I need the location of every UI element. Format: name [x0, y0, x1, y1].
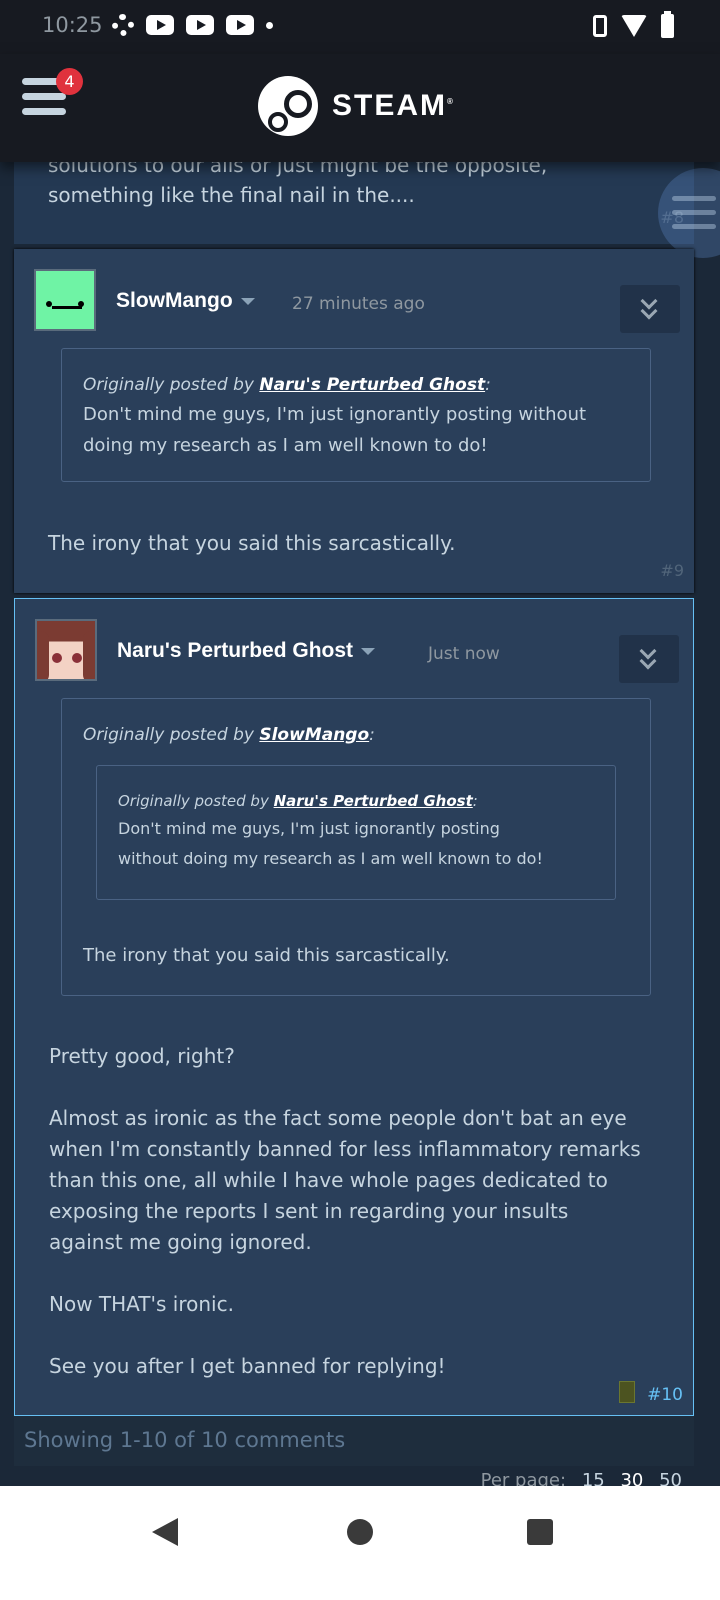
- youtube-notification-icon: [186, 15, 214, 35]
- home-icon[interactable]: [347, 1519, 373, 1545]
- vibrate-icon: [593, 15, 607, 37]
- chevron-down-icon: [640, 302, 658, 320]
- more-notifications-icon: [266, 21, 273, 29]
- quote-body: The irony that you said this sarcastical…: [83, 945, 450, 966]
- recents-icon[interactable]: [527, 1519, 553, 1545]
- collapse-button[interactable]: [619, 635, 679, 683]
- menu-line: [672, 210, 716, 215]
- quote-text: Don't mind me guys, I'm just ignorantly …: [83, 404, 587, 456]
- post-number[interactable]: #9: [660, 561, 684, 580]
- menu-line: [22, 108, 66, 115]
- collapse-button[interactable]: [620, 285, 680, 333]
- nested-quote-block: Originally posted by Naru's Perturbed Gh…: [96, 765, 616, 900]
- notification-badge: 4: [56, 68, 83, 95]
- steam-header: 4 STEAM®: [0, 54, 720, 162]
- quote-header: Originally posted by Naru's Perturbed Gh…: [118, 792, 478, 810]
- menu-line: [672, 224, 716, 229]
- caret-down-icon: [361, 647, 376, 655]
- post-author[interactable]: SlowMango: [116, 289, 255, 313]
- quote-header: Originally posted by SlowMango:: [83, 725, 375, 745]
- quoted-author-link[interactable]: SlowMango: [259, 725, 369, 745]
- post-author[interactable]: Naru's Perturbed Ghost: [117, 639, 376, 663]
- status-time: 10:25: [42, 13, 103, 37]
- quoted-author-link[interactable]: Naru's Perturbed Ghost: [274, 792, 473, 810]
- post-body: Pretty good, right? Almost as ironic as …: [49, 1044, 641, 1378]
- post-10: Naru's Perturbed Ghost Just now Original…: [14, 598, 694, 1416]
- steam-logo-icon: [258, 76, 318, 136]
- navigation-bar: [0, 1486, 720, 1600]
- avatar[interactable]: [34, 269, 96, 331]
- battery-icon: [661, 11, 674, 38]
- quoted-author-link[interactable]: Naru's Perturbed Ghost: [259, 375, 485, 395]
- youtube-notification-icon: [146, 15, 174, 35]
- menu-line: [672, 196, 716, 201]
- post-body: The irony that you said this sarcastical…: [48, 531, 456, 555]
- steam-logo-link[interactable]: STEAM®: [258, 76, 455, 136]
- post-time: Just now: [428, 644, 500, 664]
- youtube-notification-icon: [226, 15, 254, 35]
- back-icon[interactable]: [152, 1518, 178, 1546]
- quote-header: Originally posted by Naru's Perturbed Gh…: [83, 375, 491, 395]
- quote-text: Don't mind me guys, I'm just ignorantly …: [118, 819, 543, 868]
- system-icons: [593, 11, 674, 38]
- quote-block: Originally posted by SlowMango: Original…: [61, 698, 651, 996]
- post-time: 27 minutes ago: [292, 294, 425, 314]
- wifi-icon: [621, 15, 647, 37]
- avatar[interactable]: [35, 619, 97, 681]
- post-9: SlowMango 27 minutes ago Originally post…: [14, 249, 694, 593]
- menu-line: [22, 93, 66, 100]
- quote-block: Originally posted by Naru's Perturbed Gh…: [61, 348, 651, 482]
- chevron-down-icon: [639, 652, 657, 670]
- status-bar: 10:25: [0, 0, 720, 54]
- post-number[interactable]: #10: [647, 1385, 683, 1405]
- settings-notification-icon: [112, 14, 134, 36]
- steam-wordmark: STEAM®: [332, 89, 455, 122]
- caret-down-icon: [240, 297, 255, 305]
- document-icon[interactable]: [619, 1381, 635, 1403]
- showing-count: Showing 1-10 of 10 comments: [24, 1428, 346, 1452]
- notification-icons: [112, 14, 273, 36]
